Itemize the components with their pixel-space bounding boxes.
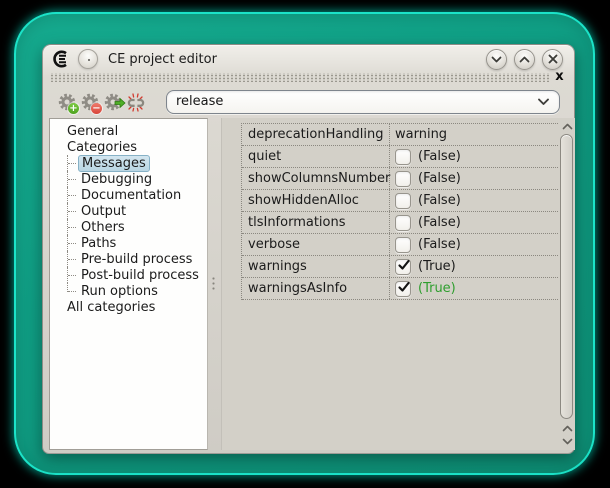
scrollbar-thumb[interactable] <box>560 134 573 419</box>
ce-project-editor-window: CE project editor x <box>42 44 575 454</box>
table-row: showColumnsNumber (False) <box>242 168 558 190</box>
checkbox-checked[interactable] <box>395 259 411 275</box>
sidebar-item-documentation[interactable]: Documentation <box>50 187 207 203</box>
property-grid: deprecationHandling warning quiet (False… <box>241 123 558 300</box>
configuration-select[interactable]: release <box>166 90 560 114</box>
chevron-down-icon <box>491 56 502 63</box>
broken-link-icon <box>125 91 147 113</box>
tree-branch-line <box>67 155 76 171</box>
property-name: verbose <box>242 234 390 255</box>
checkbox-checked[interactable] <box>395 281 411 297</box>
close-button[interactable] <box>542 49 563 70</box>
checkbox-unchecked[interactable] <box>395 237 411 253</box>
property-value: warning <box>395 127 447 142</box>
sidebar-item-paths[interactable]: Paths <box>50 235 207 251</box>
table-row: warningsAsInfo (True) <box>242 278 558 300</box>
close-icon <box>548 54 558 64</box>
sidebar-item-post-build-process[interactable]: Post-build process <box>50 267 207 283</box>
checkbox-unchecked[interactable] <box>395 193 411 209</box>
scroll-up-button-bottom[interactable] <box>559 422 575 435</box>
property-name: tlsInformations <box>242 212 390 233</box>
tree-branch-line <box>67 283 76 292</box>
property-value: (True) <box>418 281 456 296</box>
app-menu-button[interactable] <box>78 49 98 69</box>
sidebar-item-debugging[interactable]: Debugging <box>50 171 207 187</box>
chevron-down-icon <box>562 438 573 445</box>
checkmark-icon <box>397 258 411 272</box>
table-row: tlsInformations (False) <box>242 212 558 234</box>
tree-branch-line <box>67 251 76 267</box>
maximize-button[interactable] <box>514 49 535 70</box>
property-name: warningsAsInfo <box>242 278 390 299</box>
table-row: showHiddenAlloc (False) <box>242 190 558 212</box>
scroll-up-button[interactable] <box>559 120 575 133</box>
property-panel: deprecationHandling warning quiet (False… <box>221 118 575 450</box>
sidebar-item-pre-build-process[interactable]: Pre-build process <box>50 251 207 267</box>
checkbox-unchecked[interactable] <box>395 215 411 231</box>
property-name: warnings <box>242 256 390 277</box>
chevron-down-icon <box>537 98 550 106</box>
tree-branch-line <box>67 187 76 203</box>
table-row: quiet (False) <box>242 146 558 168</box>
property-name: deprecationHandling <box>242 124 390 145</box>
window-controls <box>486 49 563 70</box>
property-value: (False) <box>418 149 461 164</box>
sidebar-item-others[interactable]: Others <box>50 219 207 235</box>
property-name: showHiddenAlloc <box>242 190 390 211</box>
chevron-up-icon <box>562 123 573 130</box>
sidebar-item-general[interactable]: General <box>50 123 207 139</box>
add-configuration-button[interactable]: + <box>55 89 78 114</box>
toolbar-drag-handle[interactable] <box>50 73 549 82</box>
ce-logo-icon <box>51 50 71 68</box>
table-row: verbose (False) <box>242 234 558 256</box>
toolbar-handle-strip: x <box>50 71 567 83</box>
property-value: (False) <box>418 215 461 230</box>
splitter-grip-icon <box>212 276 215 291</box>
toolbar-close-button[interactable]: x <box>552 72 567 82</box>
desktop-background: { "colors": { "teal_background": "#10A08… <box>0 0 610 488</box>
copy-configuration-button[interactable] <box>101 89 124 114</box>
property-value: (True) <box>418 259 456 274</box>
sidebar-item-all-categories[interactable]: All categories <box>50 299 207 315</box>
remove-configuration-button[interactable]: − <box>78 89 101 114</box>
sidebar-item-categories[interactable]: Categories <box>50 139 207 155</box>
scroll-down-button[interactable] <box>559 435 575 448</box>
property-value: (False) <box>418 237 461 252</box>
property-name: quiet <box>242 146 390 167</box>
tree-branch-line <box>67 171 76 187</box>
tree-branch-line <box>67 267 76 283</box>
property-name: showColumnsNumber <box>242 168 390 189</box>
tree-branch-line <box>67 219 76 235</box>
checkbox-unchecked[interactable] <box>395 171 411 187</box>
sidebar-item-run-options[interactable]: Run options <box>50 283 207 299</box>
property-value: (False) <box>418 193 461 208</box>
panel-splitter[interactable] <box>208 118 221 450</box>
configuration-select-value: release <box>176 94 223 109</box>
chevron-up-icon <box>562 425 573 432</box>
shade-button[interactable] <box>486 49 507 70</box>
checkmark-icon <box>397 280 411 294</box>
table-row: warnings (True) <box>242 256 558 278</box>
sidebar-item-messages[interactable]: Messages <box>50 155 207 171</box>
property-value: (False) <box>418 171 461 186</box>
tree-branch-line <box>67 235 76 251</box>
checkbox-unchecked[interactable] <box>395 149 411 165</box>
titlebar: CE project editor <box>43 45 574 70</box>
tree-branch-line <box>67 203 76 219</box>
desktop-highlight-panel: CE project editor x <box>14 12 595 475</box>
chevron-up-icon <box>519 56 530 63</box>
unlink-configuration-button[interactable] <box>124 89 147 114</box>
sidebar-item-output[interactable]: Output <box>50 203 207 219</box>
toolbar: + − <box>43 83 574 120</box>
main-area: General Categories Messages Debugging Do… <box>49 118 575 450</box>
category-tree: General Categories Messages Debugging Do… <box>49 118 208 450</box>
window-title: CE project editor <box>108 52 217 67</box>
vertical-scrollbar <box>559 118 575 450</box>
table-row: deprecationHandling warning <box>242 124 558 146</box>
